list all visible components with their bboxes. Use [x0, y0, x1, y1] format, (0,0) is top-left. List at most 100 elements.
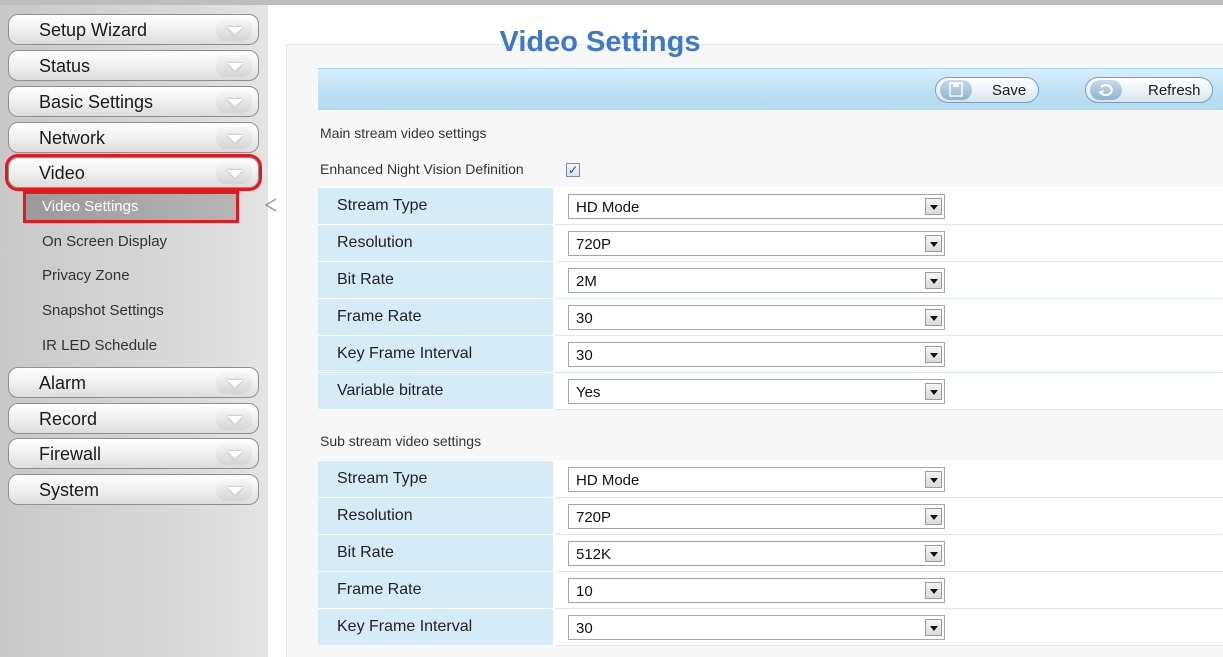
- sub-bit-rate-select[interactable]: 512K: [568, 540, 945, 566]
- row-label: Stream Type: [318, 187, 555, 225]
- bit-rate-select[interactable]: 2M: [568, 267, 945, 293]
- table-row: Bit Rate 2M: [318, 261, 1223, 299]
- row-label: Bit Rate: [318, 261, 555, 299]
- select-value: 30: [576, 309, 593, 327]
- select-value: 10: [576, 582, 593, 600]
- row-label: Key Frame Interval: [318, 335, 555, 373]
- table-row: Frame Rate 30: [318, 298, 1223, 336]
- sidebar: Setup Wizard Status Basic Settings Netwo…: [0, 5, 268, 657]
- menu-video[interactable]: Video: [5, 154, 262, 191]
- menu-setup-wizard[interactable]: Setup Wizard: [8, 14, 259, 45]
- sub-key-frame-interval-select[interactable]: 30: [568, 614, 945, 640]
- menu-label: Basic Settings: [39, 92, 154, 112]
- row-label: Bit Rate: [318, 534, 555, 572]
- table-row: Resolution 720P: [318, 224, 1223, 262]
- row-label: Frame Rate: [318, 571, 555, 609]
- chevron-down-icon: [216, 91, 252, 113]
- menu-label: System: [39, 480, 100, 500]
- dropdown-arrow-icon: [925, 271, 942, 289]
- select-value: 30: [576, 619, 593, 637]
- chevron-down-icon: [216, 162, 252, 184]
- submenu-privacy-zone[interactable]: Privacy Zone: [26, 263, 236, 289]
- select-value: 720P: [576, 508, 612, 526]
- row-label: Variable bitrate: [318, 372, 555, 410]
- chevron-down-icon: [216, 443, 252, 465]
- row-label: Resolution: [318, 497, 555, 535]
- table-row: Frame Rate 10: [318, 571, 1223, 609]
- dropdown-arrow-icon: [925, 197, 942, 215]
- refresh-button[interactable]: Refresh: [1085, 77, 1213, 103]
- menu-label: Record: [39, 409, 98, 429]
- menu-label: Setup Wizard: [39, 20, 148, 40]
- main-stream-heading: Main stream video settings: [320, 125, 487, 141]
- save-label: Save: [992, 82, 1027, 99]
- menu-label: Alarm: [39, 373, 87, 393]
- menu-label: Status: [39, 56, 91, 76]
- sub-stream-heading: Sub stream video settings: [320, 433, 482, 449]
- row-label: Frame Rate: [318, 298, 555, 336]
- table-row: Key Frame Interval 30: [318, 335, 1223, 373]
- select-value: 2M: [576, 272, 597, 290]
- dropdown-arrow-icon: [925, 507, 942, 525]
- menu-status[interactable]: Status: [8, 50, 259, 81]
- table-row: Resolution 720P: [318, 497, 1223, 535]
- selection-pointer-icon: [264, 198, 277, 212]
- dropdown-arrow-icon: [925, 234, 942, 252]
- dropdown-arrow-icon: [925, 544, 942, 562]
- select-value: 30: [576, 346, 593, 364]
- dropdown-arrow-icon: [925, 382, 942, 400]
- select-value: 720P: [576, 235, 612, 253]
- sub-stream-table: Stream Type HD Mode Resolution 720P Bit …: [318, 460, 1223, 646]
- submenu-video-settings[interactable]: Video Settings: [23, 191, 239, 223]
- chevron-down-icon: [216, 55, 252, 77]
- menu-alarm[interactable]: Alarm: [8, 367, 259, 398]
- chevron-down-icon: [216, 19, 252, 41]
- sub-resolution-select[interactable]: 720P: [568, 503, 945, 529]
- select-value: Yes: [576, 383, 601, 401]
- sub-frame-rate-select[interactable]: 10: [568, 577, 945, 603]
- key-frame-interval-select[interactable]: 30: [568, 341, 945, 367]
- select-value: HD Mode: [576, 198, 640, 216]
- save-button[interactable]: Save: [935, 77, 1039, 103]
- main-stream-table: Stream Type HD Mode Resolution 720P Bit …: [318, 187, 1223, 410]
- chevron-down-icon: [216, 408, 252, 430]
- floppy-disk-icon: [940, 80, 972, 100]
- row-label: Stream Type: [318, 460, 555, 498]
- menu-label: Network: [39, 128, 106, 148]
- table-row: Key Frame Interval 30: [318, 608, 1223, 646]
- stream-type-select[interactable]: HD Mode: [568, 193, 945, 219]
- table-row: Stream Type HD Mode: [318, 460, 1223, 498]
- row-label: Resolution: [318, 224, 555, 262]
- menu-basic-settings[interactable]: Basic Settings: [8, 86, 259, 117]
- dropdown-arrow-icon: [925, 581, 942, 599]
- dropdown-arrow-icon: [925, 345, 942, 363]
- row-label: Key Frame Interval: [318, 608, 555, 646]
- frame-rate-select[interactable]: 30: [568, 304, 945, 330]
- submenu-snapshot-settings[interactable]: Snapshot Settings: [26, 298, 236, 324]
- submenu-on-screen-display[interactable]: On Screen Display: [26, 229, 236, 255]
- refresh-label: Refresh: [1148, 82, 1201, 99]
- chevron-down-icon: [216, 127, 252, 149]
- select-value: HD Mode: [576, 471, 640, 489]
- dropdown-arrow-icon: [925, 308, 942, 326]
- sub-stream-type-select[interactable]: HD Mode: [568, 466, 945, 492]
- variable-bitrate-select[interactable]: Yes: [568, 378, 945, 404]
- night-vision-checkbox[interactable]: ✓: [566, 163, 580, 177]
- chevron-down-icon: [216, 479, 252, 501]
- dropdown-arrow-icon: [925, 470, 942, 488]
- table-row: Variable bitrate Yes: [318, 372, 1223, 410]
- table-row: Stream Type HD Mode: [318, 187, 1223, 225]
- select-value: 512K: [576, 545, 612, 563]
- resolution-select[interactable]: 720P: [568, 230, 945, 256]
- menu-record[interactable]: Record: [8, 403, 259, 434]
- menu-system[interactable]: System: [8, 474, 259, 505]
- submenu-ir-led-schedule[interactable]: IR LED Schedule: [26, 333, 236, 359]
- dropdown-arrow-icon: [925, 618, 942, 636]
- menu-network[interactable]: Network: [8, 122, 259, 153]
- menu-label: Video: [39, 163, 85, 183]
- refresh-arrow-icon: [1090, 80, 1122, 100]
- menu-label: Firewall: [39, 444, 102, 464]
- toolbar: Save Refresh: [318, 68, 1223, 110]
- menu-firewall[interactable]: Firewall: [8, 438, 259, 469]
- night-vision-label: Enhanced Night Vision Definition: [320, 161, 524, 177]
